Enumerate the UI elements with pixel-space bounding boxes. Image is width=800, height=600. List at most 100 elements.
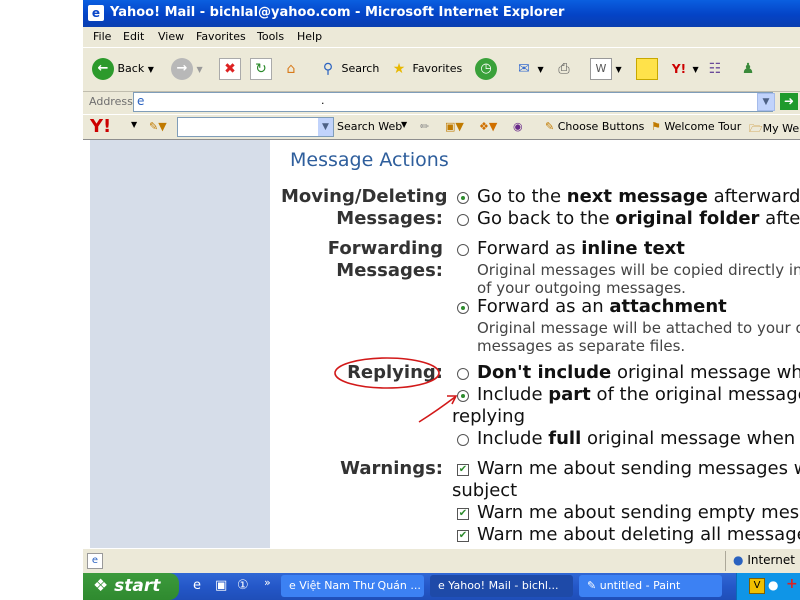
menu-edit[interactable]: Edit — [123, 30, 144, 43]
note-icon — [636, 58, 658, 80]
yahoo-logo-icon[interactable]: Y! — [90, 116, 111, 137]
search-dropdown-icon[interactable]: ▼ — [318, 118, 333, 136]
go-arrow-icon[interactable]: ➜ — [780, 93, 798, 110]
word-icon: W — [590, 58, 612, 80]
people-icon: ♟ — [741, 61, 755, 77]
task-vietnam-thu-quan[interactable]: e Việt Nam Thư Quán ... — [281, 575, 424, 597]
forwarding-label: Forwarding Messages: — [327, 238, 443, 281]
menu-view[interactable]: View — [158, 30, 184, 43]
choose-buttons-button[interactable]: ✎ Choose Buttons — [545, 120, 644, 133]
ie-quicklaunch-icon[interactable]: e — [193, 578, 201, 593]
highlight-icon[interactable]: ✏ — [420, 120, 429, 133]
bookmark-icon[interactable]: ▣▼ — [445, 120, 464, 133]
title-bar[interactable]: e Yahoo! Mail - bichlal@yahoo.com - Micr… — [83, 0, 800, 27]
tray-app-icon[interactable]: V — [749, 578, 765, 594]
folder-icon: 🗁 — [749, 122, 763, 135]
print-icon: ⎙ — [558, 61, 570, 77]
left-navigation-pane — [90, 140, 270, 548]
ie-task-icon: e — [438, 579, 445, 592]
desktop-quicklaunch-icon[interactable]: ▣ — [215, 578, 227, 593]
radio-next-message[interactable] — [457, 192, 469, 204]
yahoo-messenger-button[interactable]: Y! ▼ — [669, 56, 699, 82]
checkbox-no-subject[interactable]: ✔ — [457, 464, 469, 476]
warnings-label: Warnings: — [340, 458, 443, 479]
menu-file[interactable]: File — [93, 30, 111, 43]
radio-original-folder[interactable] — [457, 214, 469, 226]
headset-icon[interactable]: ◉ — [513, 120, 523, 133]
radio-attachment[interactable] — [457, 302, 469, 314]
pencil-icon[interactable]: ✎▼ — [149, 120, 167, 133]
option-next-message: Go to the next message afterwards — [477, 186, 800, 207]
radio-inline-text[interactable] — [457, 244, 469, 256]
quicklaunch-expand-icon[interactable]: » — [264, 576, 271, 589]
messenger-button[interactable]: ♟ — [738, 56, 758, 82]
messenger-quicklaunch-icon[interactable]: ① — [237, 578, 249, 593]
yahoo-search-input[interactable]: ▼ — [177, 117, 334, 137]
search-web-dropdown-icon[interactable]: ▼ — [401, 120, 407, 129]
moving-label: Moving/Deleting Messages: — [281, 186, 448, 229]
history-button[interactable]: ◷ — [475, 56, 497, 82]
my-web-button[interactable]: 🗁My Web — [749, 120, 800, 139]
address-value: . — [321, 94, 325, 107]
forward-button[interactable]: → ▼ — [171, 56, 203, 82]
menu-favorites[interactable]: Favorites — [196, 30, 246, 43]
annotation-overlay — [334, 357, 458, 423]
discuss-button[interactable] — [636, 56, 658, 82]
section-title: Message Actions — [290, 149, 449, 171]
stop-icon: ✖ — [219, 58, 241, 80]
yahoo-toolbar: Y! ▼ ✎▼ ▼ Search Web ▼ ✏ ▣▼ ❖▼ ◉ ✎ Choos… — [83, 114, 800, 139]
refresh-button[interactable]: ↻ — [250, 56, 272, 82]
menu-bar: File Edit View Favorites Tools Help — [83, 27, 800, 47]
option-attachment: Forward as an attachment — [477, 296, 727, 317]
search-icon: ⚲ — [322, 61, 334, 77]
page-content: Message Actions Moving/Deleting Messages:… — [83, 139, 800, 548]
mail-icon: ✉ — [518, 61, 530, 77]
menu-tools[interactable]: Tools — [257, 30, 284, 43]
menu-help[interactable]: Help — [297, 30, 322, 43]
print-button[interactable]: ⎙ — [554, 56, 574, 82]
home-icon: ⌂ — [286, 61, 296, 77]
yahoo-menu-dropdown-icon[interactable]: ▼ — [131, 120, 137, 129]
favorites-button[interactable]: ★ Favorites — [389, 56, 462, 82]
back-arrow-icon: ← — [92, 58, 114, 80]
star-icon: ★ — [392, 61, 406, 77]
globe-icon: ● — [733, 553, 744, 567]
history-icon: ◷ — [475, 58, 497, 80]
tray-status-icon[interactable]: ● — [768, 578, 778, 592]
tray-plus-icon[interactable]: + — [786, 576, 798, 592]
option-dont-include: Don't include original message when repl… — [477, 362, 800, 383]
edit-button[interactable]: W ▼ — [590, 56, 622, 82]
welcome-tour-button[interactable]: ⚑ Welcome Tour — [651, 120, 741, 133]
radio-include-full[interactable] — [457, 434, 469, 446]
option-inline-text: Forward as inline text — [477, 238, 685, 259]
address-input[interactable]: e . — [133, 92, 773, 112]
option-empty-messages: Warn me about sending empty messages — [477, 502, 800, 523]
option-no-subject-continued: subject — [452, 480, 518, 501]
checkbox-empty-messages[interactable]: ✔ — [457, 508, 469, 520]
option-include-full: Include full original message when reply… — [477, 428, 800, 449]
address-bar: Address e . ▼ ➜ — [83, 91, 800, 113]
start-button[interactable]: ❖ start — [83, 573, 179, 600]
ie-window: e Yahoo! Mail - bichlal@yahoo.com - Micr… — [83, 0, 800, 573]
search-button[interactable]: ⚲ Search — [318, 56, 379, 82]
ie-task-icon: e — [289, 579, 296, 592]
pencil-small-icon: ✎ — [545, 120, 555, 133]
back-button[interactable]: ← Back ▼ — [92, 56, 154, 82]
signpost-icon: ⚑ — [651, 120, 661, 133]
option-no-subject: Warn me about sending messages without a — [477, 458, 800, 479]
option-delete-all: Warn me about deleting all messages — [477, 524, 800, 545]
forward-arrow-icon: → — [171, 58, 193, 80]
home-button[interactable]: ⌂ — [281, 56, 301, 82]
mail-button[interactable]: ✉ ▼ — [514, 56, 544, 82]
antispy-icon[interactable]: ❖▼ — [479, 120, 497, 133]
stop-button[interactable]: ✖ — [219, 56, 241, 82]
search-web-button[interactable]: Search Web — [337, 120, 402, 133]
research-button[interactable]: ☷ — [705, 56, 725, 82]
checkbox-delete-all[interactable]: ✔ — [457, 530, 469, 542]
address-label: Address — [89, 95, 133, 108]
task-paint[interactable]: ✎ untitled - Paint — [579, 575, 722, 597]
annotation-ellipse — [334, 357, 440, 389]
address-dropdown-icon[interactable]: ▼ — [757, 93, 775, 111]
task-yahoo-mail[interactable]: e Yahoo! Mail - bichl... — [430, 575, 573, 597]
refresh-icon: ↻ — [250, 58, 272, 80]
